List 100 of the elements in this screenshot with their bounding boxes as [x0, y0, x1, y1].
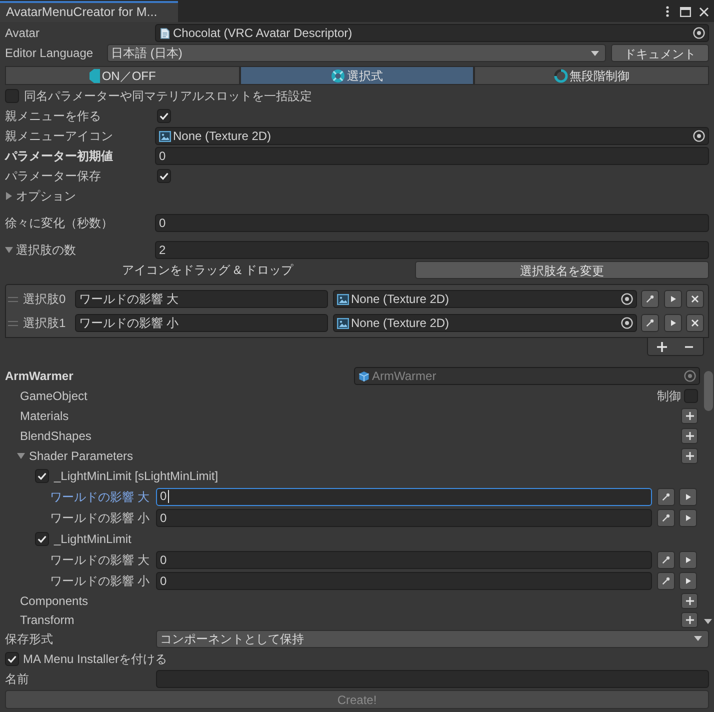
object-field[interactable]: Chocolat (VRC Avatar Descriptor)	[155, 24, 709, 42]
cross-icon	[691, 319, 699, 327]
add-button[interactable]	[681, 593, 698, 609]
dropper-icon	[662, 514, 670, 522]
text-field[interactable]: ワールドの影響 大	[75, 290, 328, 308]
cross-icon	[691, 295, 699, 303]
number-field[interactable]: 0	[155, 214, 709, 232]
add-button[interactable]	[681, 428, 698, 444]
dropper-icon	[646, 295, 654, 303]
field-label: 親メニューアイコン	[5, 128, 114, 145]
language-dropdown[interactable]: 日本語 (日本)	[107, 44, 606, 62]
field-label: ワールドの影響 大	[50, 552, 150, 568]
close-icon[interactable]	[699, 6, 709, 16]
field-label: 同名パラメーターや同マテリアルスロットを一括設定	[24, 88, 312, 105]
icon-button[interactable]	[679, 508, 697, 526]
checkbox[interactable]	[35, 532, 49, 546]
number-field[interactable]: 0	[156, 572, 652, 590]
icon-button[interactable]	[686, 290, 704, 308]
dropper-icon	[662, 492, 670, 500]
drag-handle-icon[interactable]	[8, 296, 18, 302]
foldout-label[interactable]: 選択肢の数	[16, 241, 76, 259]
checkbox[interactable]	[157, 169, 171, 183]
field-label: BlendShapes	[20, 428, 92, 445]
icon-button[interactable]	[664, 290, 682, 308]
play-icon	[686, 578, 690, 584]
arrow-down-icon[interactable]	[704, 619, 712, 624]
more-icon[interactable]	[666, 6, 669, 17]
checkmark-icon	[159, 111, 169, 121]
icon-button[interactable]	[641, 314, 659, 332]
mode-tab[interactable]: 選択式	[240, 66, 474, 85]
checkmark-icon	[159, 171, 169, 181]
docs-button[interactable]: ドキュメント	[611, 44, 709, 62]
add-button[interactable]	[681, 408, 698, 424]
number-field[interactable]: 0	[156, 508, 652, 526]
field-label: ワールドの影響 小	[50, 510, 150, 526]
icon-button[interactable]	[657, 508, 675, 526]
triangle-right-icon[interactable]	[6, 192, 12, 200]
mode-tab[interactable]: 無段階制御	[474, 66, 710, 85]
window-tab[interactable]: AvatarMenuCreator for M...	[0, 1, 178, 22]
dropper-icon	[646, 319, 654, 327]
foldout-label[interactable]: Shader Parameters	[29, 447, 134, 465]
maximize-icon[interactable]	[680, 6, 691, 16]
triangle-down-icon[interactable]	[17, 453, 25, 459]
target-icon[interactable]	[693, 27, 705, 39]
field-label: MA Menu Installerを付ける	[23, 651, 168, 668]
cube-icon	[358, 370, 370, 382]
field-label: ワールドの影響 小	[50, 572, 150, 590]
icon-button[interactable]	[657, 550, 675, 568]
add-button[interactable]	[681, 448, 698, 464]
icon-button[interactable]	[679, 550, 697, 568]
triangle-down-icon[interactable]	[5, 247, 13, 253]
icon-button[interactable]	[679, 488, 697, 506]
drag-handle-icon[interactable]	[8, 320, 18, 326]
number-field[interactable]: 0	[156, 550, 652, 568]
object-field[interactable]: None (Texture 2D)	[333, 290, 637, 308]
target-icon[interactable]	[693, 130, 705, 142]
checkmark-icon	[37, 471, 47, 481]
play-icon	[686, 556, 690, 562]
section-title: ArmWarmer	[5, 368, 74, 385]
icon-button[interactable]	[657, 572, 675, 590]
foldout-label[interactable]: オプション	[16, 187, 76, 205]
text-field[interactable]: ワールドの影響 小	[75, 314, 328, 332]
field-label: 制御	[657, 388, 681, 405]
field-label: 徐々に変化（秒数）	[5, 215, 114, 232]
icon-button[interactable]	[664, 314, 682, 332]
scrollbar-thumb[interactable]	[704, 371, 712, 411]
field-label: _LightMinLimit [sLightMinLimit]	[54, 468, 218, 485]
add-button[interactable]	[681, 612, 698, 628]
icon-button[interactable]	[657, 488, 675, 506]
dropper-icon	[662, 556, 670, 564]
number-field[interactable]: 2	[155, 241, 709, 259]
icon-button[interactable]	[679, 572, 697, 590]
checkbox[interactable]	[5, 652, 19, 666]
text-field[interactable]	[156, 670, 709, 688]
icon-button[interactable]	[641, 290, 659, 308]
document-icon	[159, 28, 171, 38]
target-icon[interactable]	[621, 317, 633, 329]
field-label: 名前	[5, 671, 30, 688]
checkbox[interactable]	[684, 389, 698, 403]
field-label: 選択肢1	[23, 315, 67, 332]
play-icon	[686, 514, 690, 520]
text-button[interactable]: 選択肢名を変更	[415, 261, 709, 279]
caret-icon	[694, 636, 702, 641]
checkbox[interactable]	[35, 469, 49, 483]
field-label: 選択肢0	[23, 291, 67, 308]
field-label: Editor Language	[5, 45, 94, 62]
checkbox[interactable]	[157, 109, 171, 123]
number-field[interactable]: 0	[155, 147, 709, 165]
object-field[interactable]: None (Texture 2D)	[155, 127, 709, 145]
target-icon[interactable]	[621, 293, 633, 305]
mode-tab[interactable]: ON／OFF	[5, 66, 240, 85]
checkbox[interactable]	[5, 89, 19, 103]
format-dropdown[interactable]: コンポーネントとして保持	[156, 630, 709, 648]
field-label: Avatar	[5, 25, 40, 42]
number-field[interactable]: 0	[156, 488, 652, 506]
plus-icon	[686, 432, 694, 440]
plus-icon	[686, 597, 694, 605]
hexagon-icon	[88, 68, 100, 82]
object-field[interactable]: None (Texture 2D)	[333, 314, 637, 332]
icon-button[interactable]	[686, 314, 704, 332]
